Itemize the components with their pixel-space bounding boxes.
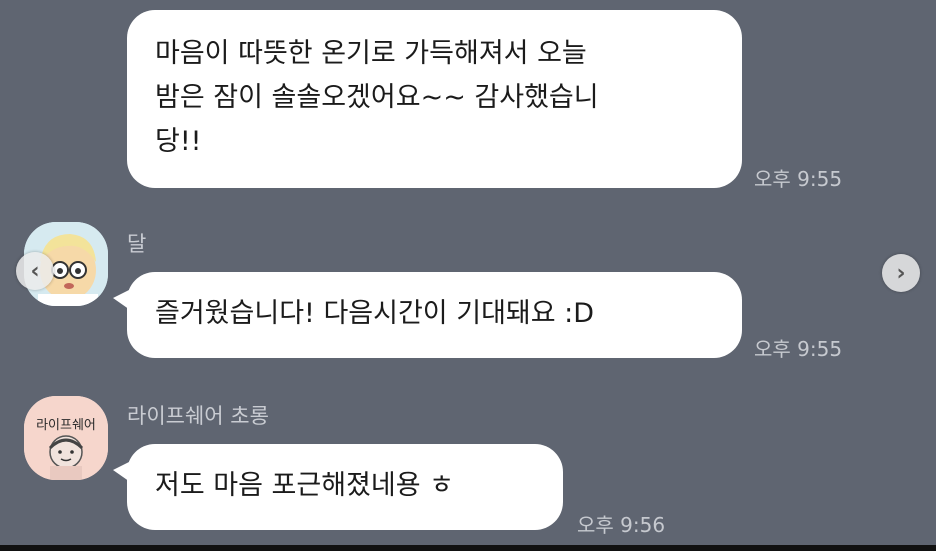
sender-name: 라이프쉐어 초롱 — [127, 404, 269, 428]
message-text-line: 당!! — [155, 126, 202, 157]
chat-screen: 마음이 따뜻한 온기로 가득해져서 오늘 밤은 잠이 솔솔오겠어요~~ 감사했습… — [0, 0, 936, 551]
chevron-left-icon: ‹ — [30, 258, 40, 284]
message-time: 오후 9:55 — [754, 337, 843, 361]
bubble-tail — [113, 288, 133, 312]
message-text: 저도 마음 포근해졌네용 ㅎ — [155, 470, 454, 501]
message-text: 즐거웠습니다! 다음시간이 기대돼요 :D — [155, 298, 595, 329]
carousel-prev-button[interactable]: ‹ — [16, 252, 54, 290]
message-text-line: 밤은 잠이 솔솔오겠어요~~ 감사했습니 — [155, 82, 599, 113]
message-bubble[interactable]: 즐거웠습니다! 다음시간이 기대돼요 :D — [113, 272, 742, 358]
avatar-label: 라이프쉐어 — [36, 417, 96, 432]
message-time: 오후 9:55 — [754, 167, 843, 191]
chevron-right-icon: › — [896, 260, 906, 286]
bottom-edge — [0, 545, 936, 551]
message-bubble[interactable]: 저도 마음 포근해졌네용 ㅎ — [113, 444, 563, 530]
sender-name: 달 — [127, 232, 147, 256]
message-bubble[interactable]: 마음이 따뜻한 온기로 가득해져서 오늘 밤은 잠이 솔솔오겠어요~~ 감사했습… — [127, 10, 742, 188]
message-time: 오후 9:56 — [577, 513, 666, 537]
avatar-logo-icon — [24, 396, 108, 480]
avatar[interactable]: 라이프쉐어 — [24, 396, 108, 480]
carousel-next-button[interactable]: › — [882, 254, 920, 292]
bubble-tail — [113, 460, 133, 484]
message-text-line: 마음이 따뜻한 온기로 가득해져서 오늘 — [155, 38, 587, 69]
